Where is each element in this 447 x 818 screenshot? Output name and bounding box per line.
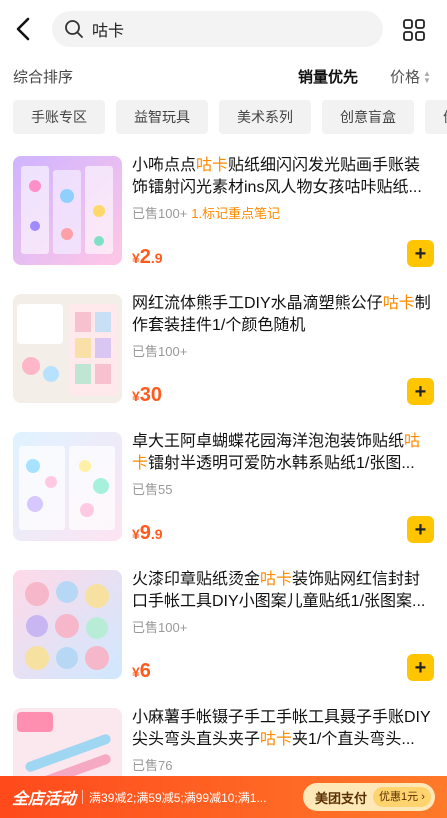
add-to-cart-button[interactable]: +	[407, 378, 434, 405]
add-to-cart-button[interactable]: +	[407, 240, 434, 267]
grid-view-button[interactable]	[400, 16, 428, 44]
product-title: 网红流体熊手工DIY水晶滴塑熊公仔咕卡制作套装挂件1/个颜色随机	[132, 295, 431, 334]
category-chips: 手账专区益智玩具美术系列创意盲盒便	[13, 100, 447, 134]
search-bar[interactable]: 咕卡	[52, 11, 383, 47]
product-item[interactable]: 小咘点点咕卡贴纸细闪闪发光贴画手账装饰镭射闪光素材ins风人物女孩咕咔贴纸...…	[0, 148, 447, 286]
add-to-cart-button[interactable]: +	[407, 654, 434, 681]
product-image	[13, 294, 122, 403]
pay-label: 美团支付	[315, 790, 368, 806]
plus-icon: +	[414, 518, 427, 541]
product-image	[13, 570, 122, 679]
product-price: ¥2.9	[132, 246, 163, 268]
product-sold: 已售100+ 1.标记重点笔记	[132, 206, 281, 221]
divider	[82, 790, 84, 804]
grid-icon	[403, 19, 425, 41]
product-sold: 已售100+	[132, 620, 188, 635]
promo-label: 全店活动	[12, 791, 77, 808]
product-tag: 1.标记重点笔记	[191, 206, 281, 221]
chevron-left-icon	[16, 17, 30, 41]
product-title: 火漆印章贴纸烫金咕卡装饰贴网红信封封口手帐工具DIY小图案儿童贴纸1/张图案..…	[132, 571, 426, 610]
product-title: 卓大王阿卓蝴蝶花园海洋泡泡装饰贴纸咕卡镭射半透明可爱防水韩系贴纸1/张图...	[132, 433, 421, 472]
sort-by-price[interactable]: 价格 ▲ ▼	[390, 66, 431, 87]
product-item[interactable]: 卓大王阿卓蝴蝶花园海洋泡泡装饰贴纸咕卡镭射半透明可爱防水韩系贴纸1/张图... …	[0, 424, 447, 562]
discount-badge: 优惠1元 ›	[373, 787, 431, 807]
product-sold: 已售55	[132, 482, 173, 497]
chip-4[interactable]: 便	[425, 100, 447, 134]
plus-icon: +	[414, 656, 427, 679]
plus-icon: +	[414, 242, 427, 265]
chip-2[interactable]: 美术系列	[219, 100, 311, 134]
promo-rules: 满39减2;满59减5;满99减10;满1...	[89, 790, 267, 805]
product-sold: 已售100+	[132, 344, 188, 359]
chip-1[interactable]: 益智玩具	[116, 100, 208, 134]
product-item[interactable]: 网红流体熊手工DIY水晶滴塑熊公仔咕卡制作套装挂件1/个颜色随机 已售100+ …	[0, 286, 447, 424]
product-title: 小麻薯手帐镊子手工手帐工具聂子手账DIY尖头弯头直头夹子咕卡夹1/个直头弯头..…	[132, 709, 431, 748]
sort-price-label: 价格	[390, 69, 421, 86]
add-to-cart-button[interactable]: +	[407, 516, 434, 543]
top-bar: 咕卡	[0, 0, 447, 58]
chip-3[interactable]: 创意盲盒	[322, 100, 414, 134]
promo-bar[interactable]: 全店活动 满39减2;满59减5;满99减10;满1... 美团支付 优惠1元 …	[0, 776, 447, 818]
keyword-highlight: 咕卡	[196, 157, 229, 174]
plus-icon: +	[414, 380, 427, 403]
search-query: 咕卡	[92, 23, 125, 40]
meituan-pay-button[interactable]: 美团支付 优惠1元 ›	[303, 783, 435, 811]
product-image	[13, 432, 122, 541]
sort-arrows-icon: ▲ ▼	[423, 68, 431, 85]
sort-by-sales[interactable]: 销量优先	[298, 66, 358, 87]
product-sold: 已售76	[132, 758, 173, 773]
keyword-highlight: 咕卡	[260, 571, 293, 588]
product-price: ¥6	[132, 660, 151, 682]
product-item[interactable]: 火漆印章贴纸烫金咕卡装饰贴网红信封封口手帐工具DIY小图案儿童贴纸1/张图案..…	[0, 562, 447, 700]
product-price: ¥30	[132, 384, 163, 406]
search-icon	[65, 20, 83, 38]
back-button[interactable]	[8, 12, 38, 46]
product-image	[13, 156, 122, 265]
chip-0[interactable]: 手账专区	[13, 100, 105, 134]
product-price: ¥9.9	[132, 522, 163, 544]
product-title: 小咘点点咕卡贴纸细闪闪发光贴画手账装饰镭射闪光素材ins风人物女孩咕咔贴纸...	[132, 157, 422, 196]
sort-default[interactable]: 综合排序	[13, 66, 73, 87]
keyword-highlight: 咕卡	[382, 295, 415, 312]
product-list: 小咘点点咕卡贴纸细闪闪发光贴画手账装饰镭射闪光素材ins风人物女孩咕咔贴纸...…	[0, 148, 447, 818]
keyword-highlight: 咕卡	[260, 731, 293, 748]
sort-bar: 综合排序 销量优先 价格 ▲ ▼	[0, 58, 447, 92]
